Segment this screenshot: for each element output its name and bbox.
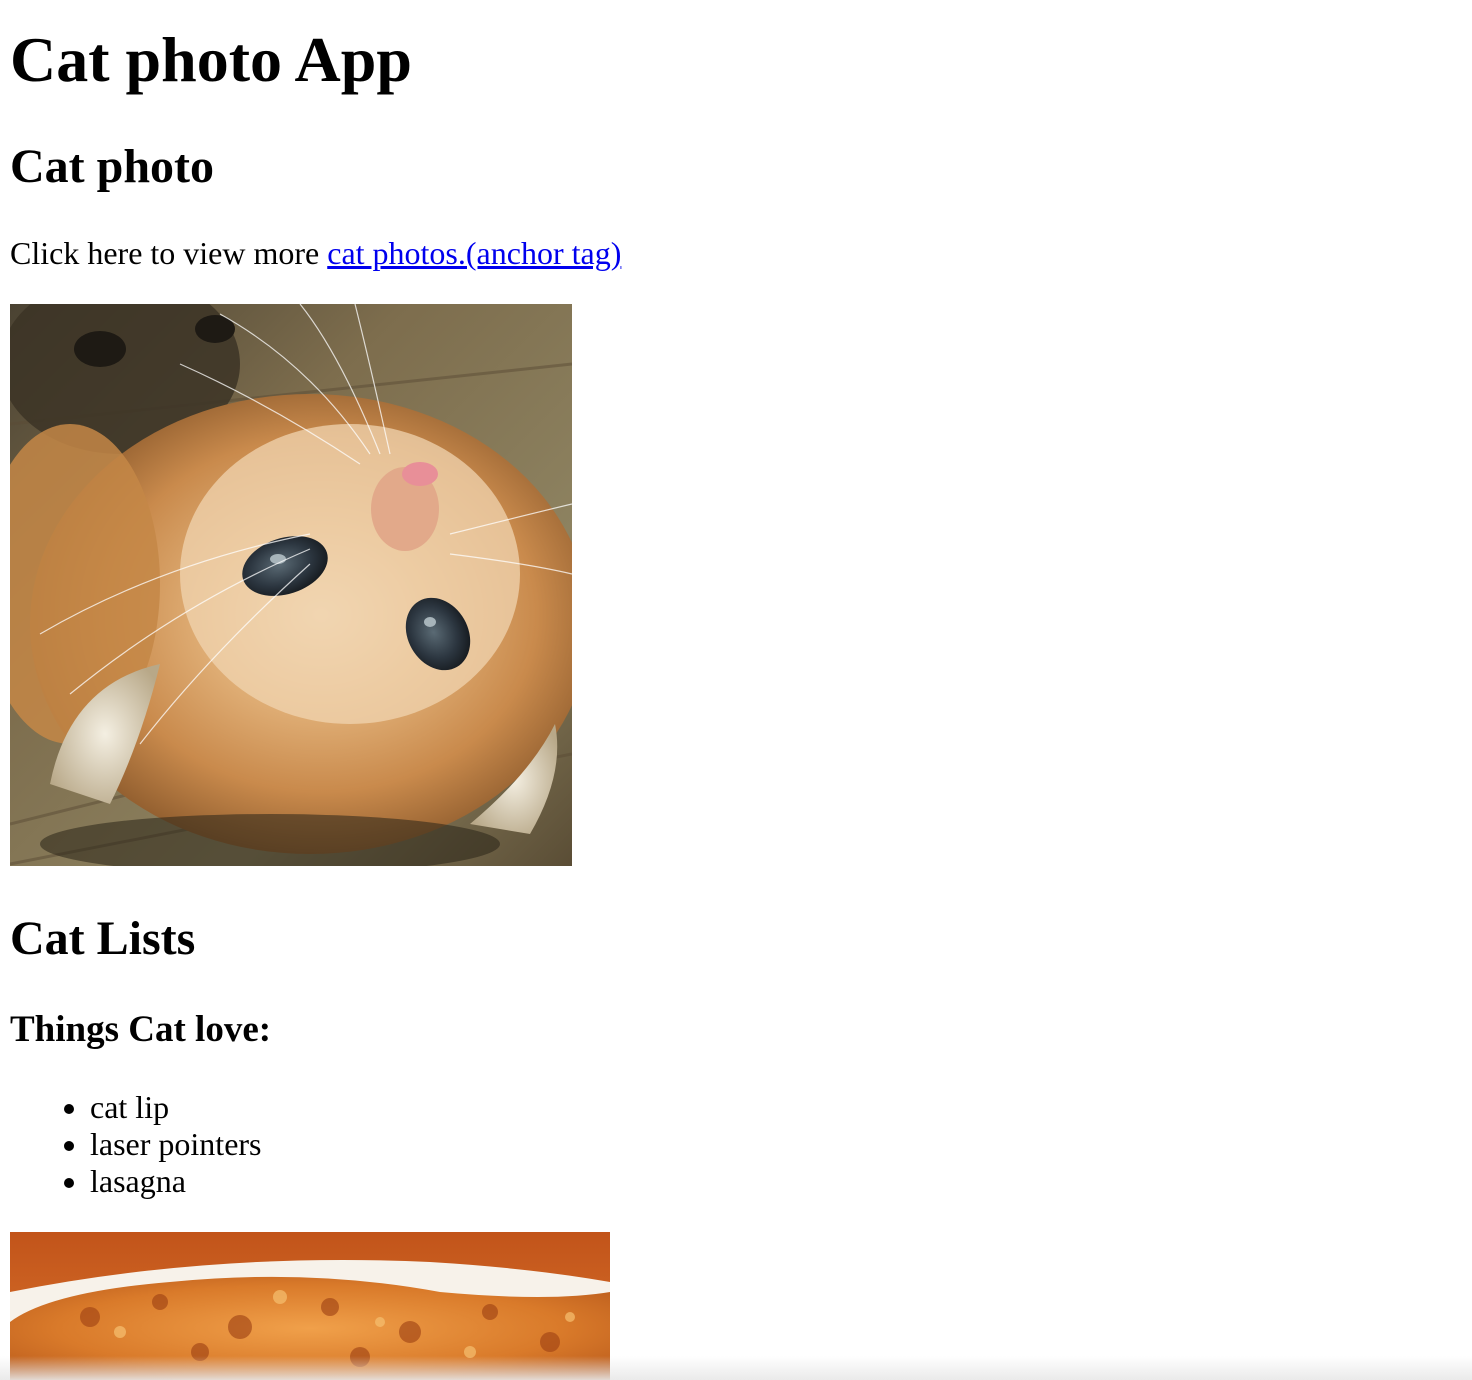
list-item: laser pointers: [90, 1126, 262, 1163]
cat-photo-image[interactable]: [10, 304, 572, 866]
list-item: cat lip: [90, 1089, 262, 1126]
things-cat-love-heading: Things Cat love:: [10, 1009, 272, 1050]
intro-paragraph: Click here to view more cat photos.(anch…: [10, 234, 621, 272]
cat-love-list: cat lip laser pointers lasagna: [10, 1089, 262, 1200]
lasagna-image[interactable]: [10, 1232, 610, 1380]
list-item: lasagna: [90, 1163, 262, 1200]
page-title: Cat photo App: [10, 24, 412, 95]
cat-lists-heading: Cat Lists: [10, 912, 196, 965]
cat-photos-link[interactable]: cat photos.(anchor tag): [327, 235, 621, 271]
cat-photo-heading: Cat photo: [10, 140, 215, 193]
intro-text: Click here to view more: [10, 235, 328, 271]
